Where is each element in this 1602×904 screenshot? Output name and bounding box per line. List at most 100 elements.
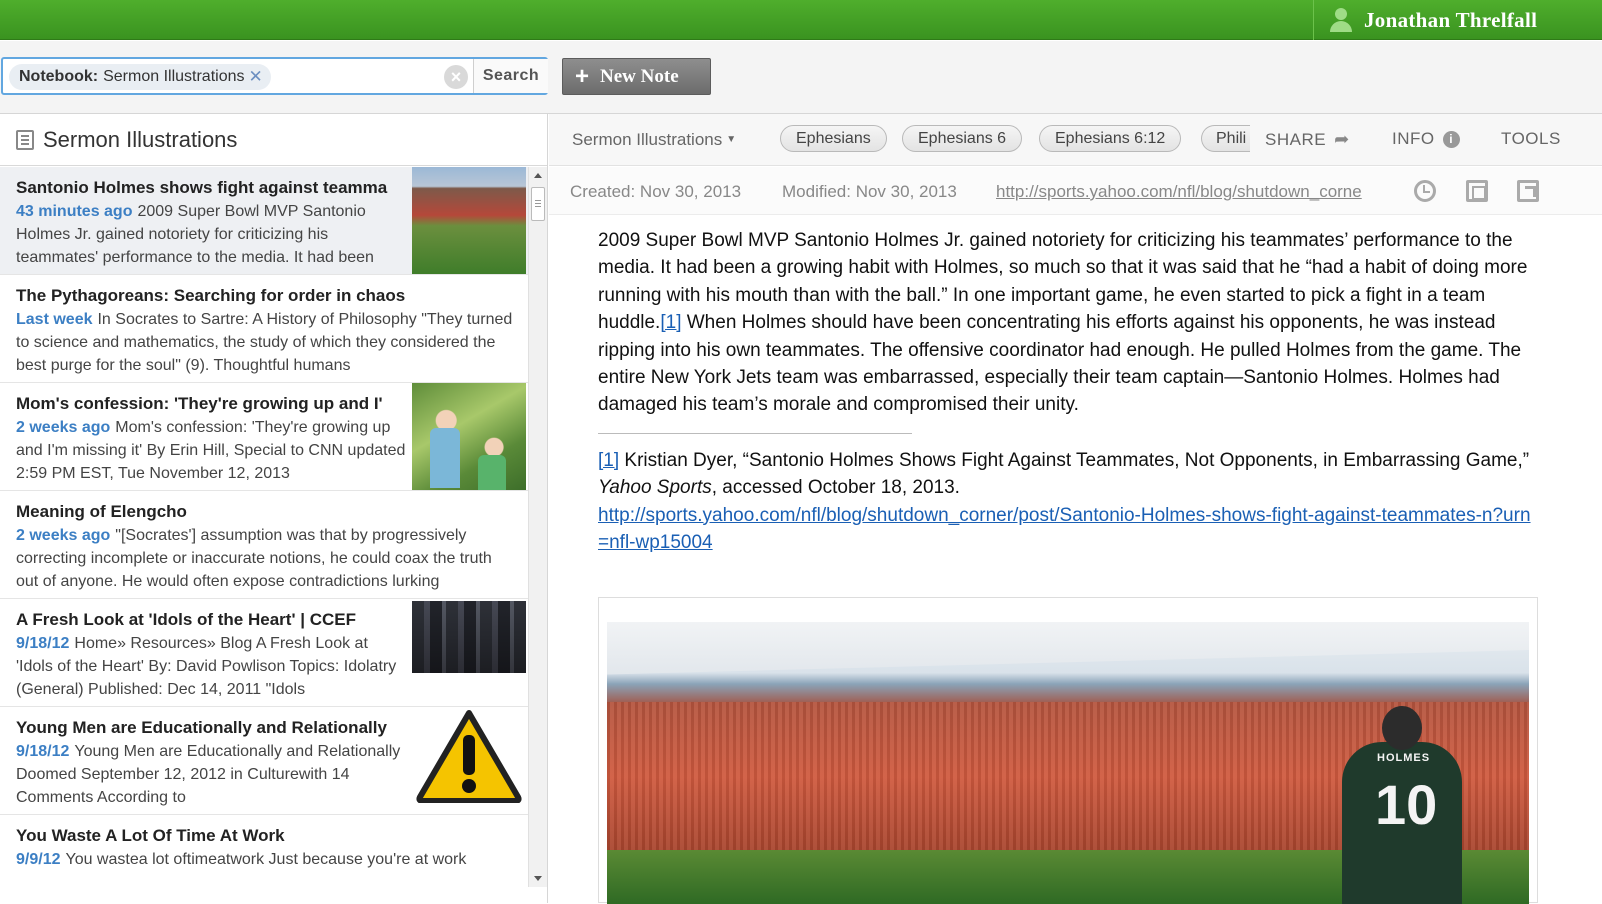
note-snippet: 2 weeks ago "[Socrates'] assumption was t… — [16, 524, 516, 593]
note-time: 9/18/12 — [16, 743, 70, 760]
notebook-icon — [16, 129, 34, 150]
expand-icon[interactable] — [1517, 180, 1539, 202]
info-label: INFO — [1392, 129, 1435, 148]
clear-search-icon[interactable]: × — [444, 65, 468, 89]
note-item[interactable]: You Waste A Lot Of Time At Work 9/9/12 Yo… — [0, 815, 528, 887]
stadium-roof — [607, 622, 1529, 675]
note-title: A Fresh Look at 'Idols of the Heart' | C… — [16, 610, 356, 629]
tag-chip[interactable]: Ephesians 6 — [902, 125, 1023, 152]
note-item[interactable]: The Pythagoreans: Searching for order in… — [0, 275, 528, 383]
user-avatar-icon — [1328, 7, 1354, 33]
note-time: 2 weeks ago — [16, 527, 111, 544]
reminder-alarm-icon[interactable] — [1414, 180, 1436, 202]
remove-filter-icon[interactable]: ✕ — [249, 67, 263, 87]
note-thumbnail — [412, 167, 526, 274]
note-time: 2 weeks ago — [16, 419, 111, 436]
note-list-scrollbar[interactable] — [528, 167, 547, 887]
footnote: [1] Kristian Dyer, “Santonio Holmes Show… — [598, 447, 1533, 557]
note-snippet: 9/18/12 Young Men are Educationally and R… — [16, 740, 406, 809]
note-paragraph: 2009 Super Bowl MVP Santonio Holmes Jr. … — [598, 227, 1533, 419]
scroll-down-icon[interactable] — [534, 876, 542, 881]
note-image-frame: HOLMES 10 — [598, 597, 1538, 904]
note-snippet: 9/9/12 You wastea lot oftimeatwork Just b… — [16, 848, 516, 871]
note-thumbnail — [412, 383, 526, 490]
note-title: Meaning of Elengcho — [16, 502, 187, 521]
tools-label: TOOLS — [1501, 129, 1561, 148]
footnote-text: Kristian Dyer, “Santonio Holmes Shows Fi… — [619, 449, 1530, 471]
note-list: Santonio Holmes shows fight against team… — [0, 167, 528, 887]
user-name: Jonathan Threlfall — [1364, 7, 1538, 32]
new-note-button[interactable]: + New Note — [562, 58, 711, 95]
note-time: 9/9/12 — [16, 851, 61, 868]
chevron-down-icon: ▼ — [726, 134, 737, 145]
share-button[interactable]: SHARE ➦ — [1265, 129, 1350, 150]
note-time: 9/18/12 — [16, 635, 70, 652]
note-view-panel: Sermon Illustrations ▼ Ephesians Ephesian… — [549, 114, 1602, 904]
warning-icon — [416, 710, 522, 803]
created-date: Created: Nov 30, 2013 — [570, 182, 742, 201]
note-item[interactable]: Santonio Holmes shows fight against team… — [0, 167, 528, 275]
note-snippet-text: Home» Resources» Blog A Fresh Look at 'I… — [16, 635, 397, 698]
note-title: Mom's confession: 'They're growing up an… — [16, 394, 383, 413]
stadium-image: HOLMES 10 — [607, 622, 1529, 904]
filter-value: Sermon Illustrations — [103, 68, 245, 85]
new-note-label: New Note — [600, 65, 679, 87]
footnote-text: , accessed October 18, 2013. — [711, 477, 960, 499]
filter-label: Notebook: — [19, 68, 99, 85]
top-bar: Jonathan Threlfall — [0, 0, 1602, 40]
info-button[interactable]: INFO i — [1392, 129, 1460, 149]
footnote-source: Yahoo Sports — [598, 477, 712, 499]
footnote-backlink[interactable]: [1] — [598, 450, 619, 471]
note-snippet-text: You wastea lot oftimeatwork Just because… — [65, 851, 467, 868]
notebook-title: Sermon Illustrations — [43, 126, 238, 152]
note-meta-bar: Created: Nov 30, 2013 Modified: Nov 30, … — [549, 167, 1602, 215]
jersey-name: HOLMES — [1377, 752, 1431, 764]
note-thumbnail — [412, 707, 526, 814]
note-time: 43 minutes ago — [16, 203, 133, 220]
note-header-bar: Sermon Illustrations ▼ Ephesians Ephesian… — [549, 114, 1602, 166]
tag-chip[interactable]: Ephesians — [780, 125, 887, 152]
footnote-url-link[interactable]: http://sports.yahoo.com/nfl/blog/shutdow… — [598, 505, 1531, 553]
search-box[interactable]: Notebook: Sermon Illustrations ✕ × Searc… — [1, 57, 548, 95]
jersey-number: 10 — [1375, 773, 1438, 836]
note-snippet: Last week In Socrates to Sartre: A Histor… — [16, 308, 516, 377]
notebook-selector[interactable]: Sermon Illustrations ▼ — [572, 130, 736, 150]
note-thumbnail — [412, 601, 526, 673]
source-url-link[interactable]: http://sports.yahoo.com/nfl/blog/shutdow… — [996, 182, 1382, 202]
note-item[interactable]: Young Men are Educationally and Relation… — [0, 707, 528, 815]
note-list-header: Sermon Illustrations — [0, 114, 547, 166]
note-title: Young Men are Educationally and Relation… — [16, 718, 387, 737]
presentation-icon[interactable] — [1466, 180, 1488, 202]
note-item[interactable]: A Fresh Look at 'Idols of the Heart' | C… — [0, 599, 528, 707]
tag-chip[interactable]: Ephesians 6:12 — [1039, 125, 1182, 152]
modified-date: Modified: Nov 30, 2013 — [782, 182, 957, 201]
search-button[interactable]: Search — [473, 59, 548, 93]
note-snippet-text: Young Men are Educationally and Relation… — [16, 743, 401, 806]
note-title: Santonio Holmes shows fight against team… — [16, 178, 388, 197]
scrollbar-thumb[interactable] — [531, 187, 545, 221]
scroll-up-icon[interactable] — [534, 173, 542, 178]
note-item[interactable]: Mom's confession: 'They're growing up an… — [0, 383, 528, 491]
tools-button[interactable]: TOOLS — [1501, 129, 1561, 149]
footnote-reference-link[interactable]: [1] — [660, 312, 681, 333]
note-snippet: 2 weeks ago Mom's confession: 'They're gr… — [16, 416, 406, 485]
note-snippet: 43 minutes ago 2009 Super Bowl MVP Santon… — [16, 200, 406, 269]
note-time: Last week — [16, 311, 93, 328]
info-icon: i — [1442, 130, 1460, 148]
note-title: The Pythagoreans: Searching for order in… — [16, 286, 406, 305]
notebook-filter-chip[interactable]: Notebook: Sermon Illustrations ✕ — [9, 64, 271, 90]
body-text: When Holmes should have been concentrati… — [598, 312, 1522, 416]
share-arrow-icon: ➦ — [1334, 129, 1350, 149]
note-list-panel: Sermon Illustrations Santonio Holmes sho… — [0, 114, 548, 903]
user-menu[interactable]: Jonathan Threlfall — [1313, 0, 1602, 40]
note-snippet: 9/18/12 Home» Resources» Blog A Fresh Loo… — [16, 632, 406, 701]
note-title: You Waste A Lot Of Time At Work — [16, 826, 285, 845]
toolbar: Notebook: Sermon Illustrations ✕ × Searc… — [0, 41, 1602, 114]
plus-icon: + — [575, 62, 590, 90]
note-content[interactable]: 2009 Super Bowl MVP Santonio Holmes Jr. … — [598, 227, 1533, 556]
footnote-divider — [598, 432, 912, 434]
note-item[interactable]: Meaning of Elengcho 2 weeks ago "[Socrate… — [0, 491, 528, 599]
tag-chip[interactable]: Phili — [1201, 125, 1250, 152]
share-label: SHARE — [1265, 129, 1327, 149]
notebook-selector-label: Sermon Illustrations — [572, 130, 723, 149]
